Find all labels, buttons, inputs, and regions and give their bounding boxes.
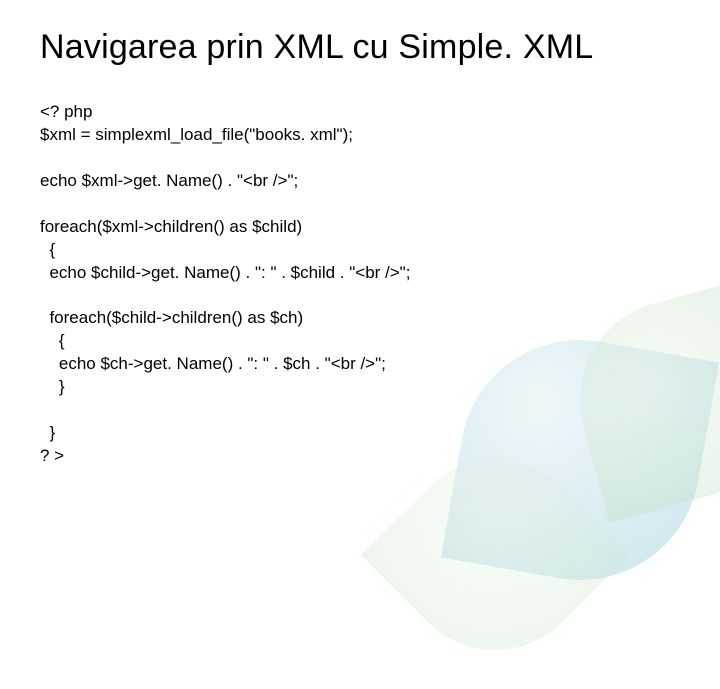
code-line: echo $xml->get. Name() . "<br />"; <box>40 171 298 190</box>
code-line: $xml = simplexml_load_file("books. xml")… <box>40 125 353 144</box>
code-line: foreach($child->children() as $ch) <box>40 308 303 327</box>
code-line: { <box>40 240 55 259</box>
code-line: <? php <box>40 102 92 121</box>
code-line: foreach($xml->children() as $child) <box>40 217 302 236</box>
slide-content: Navigarea prin XML cu Simple. XML <? php… <box>0 0 720 468</box>
code-block: <? php $xml = simplexml_load_file("books… <box>40 101 680 468</box>
code-line: } <box>40 423 55 442</box>
code-line: echo $child->get. Name() . ": " . $child… <box>40 263 410 282</box>
code-line: } <box>40 377 65 396</box>
code-line: { <box>40 331 65 350</box>
slide-title: Navigarea prin XML cu Simple. XML <box>40 28 680 67</box>
code-line: echo $ch->get. Name() . ": " . $ch . "<b… <box>40 354 386 373</box>
code-line: ? > <box>40 446 64 465</box>
